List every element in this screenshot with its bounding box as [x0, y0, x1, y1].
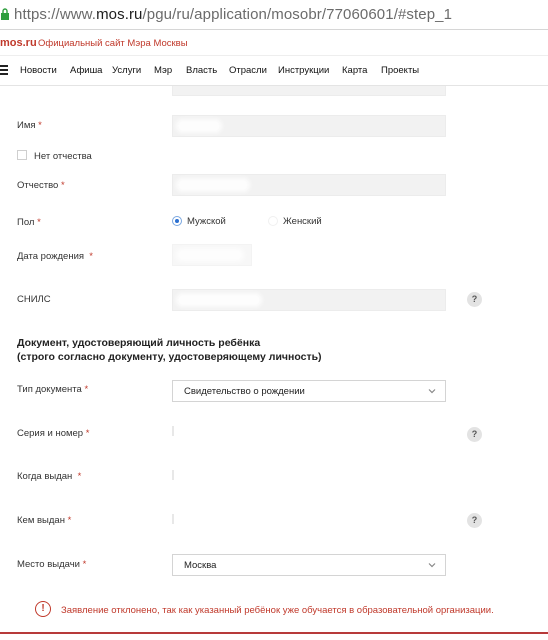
url-text[interactable]: https://www.mos.ru/pgu/ru/application/mo… [14, 6, 452, 23]
gender-female-label: Женский [283, 216, 322, 227]
nav-item-afisha[interactable]: Афиша [70, 65, 102, 76]
birthdate-input[interactable] [172, 244, 252, 266]
nav-item-government[interactable]: Власть [186, 65, 217, 76]
nav-item-projects[interactable]: Проекты [381, 65, 419, 76]
nav-item-news[interactable]: Новости [20, 65, 57, 76]
required-mark: * [89, 251, 93, 262]
url-domain: mos.ru [96, 6, 143, 23]
menu-icon[interactable] [0, 65, 8, 75]
gender-label: Пол * [17, 217, 41, 228]
nav-item-map[interactable]: Карта [342, 65, 367, 76]
main-navigation: Новости Афиша Услуги Мэр Власть Отрасли … [0, 56, 548, 86]
issue-place-select[interactable]: Москва [172, 554, 446, 576]
required-mark: * [85, 428, 90, 439]
nav-item-services[interactable]: Услуги [112, 65, 141, 76]
nav-item-mayor[interactable]: Мэр [154, 65, 172, 76]
browser-address-bar[interactable]: https://www.mos.ru/pgu/ru/application/mo… [0, 0, 548, 30]
doc-type-label: Тип документа * [17, 384, 89, 395]
doc-section-title: Документ, удостоверяющий личность ребёнк… [17, 337, 322, 363]
birthdate-label: Дата рождения * [17, 251, 93, 262]
url-prefix: https://www. [14, 6, 97, 23]
help-icon-series[interactable]: ? [467, 427, 482, 442]
site-logo[interactable]: mos.ru [0, 37, 37, 49]
redacted-value [179, 122, 219, 130]
patronymic-input[interactable] [172, 174, 446, 196]
surname-field-partial[interactable] [172, 86, 446, 96]
doc-type-select[interactable]: Свидетельство о рождении [172, 380, 446, 402]
issued-when-label: Когда выдан * [17, 471, 82, 482]
redacted-value [179, 296, 259, 304]
alert-icon: ! [35, 601, 51, 617]
issue-place-label: Место выдачи * [17, 559, 87, 570]
alert-divider [0, 632, 548, 634]
gender-female-radio[interactable] [268, 216, 278, 226]
redacted-value [179, 181, 247, 189]
patronymic-label: Отчество * [17, 180, 65, 191]
snils-label: СНИЛС [17, 294, 51, 305]
url-path: /pgu/ru/application/mosobr/77060601/#ste… [142, 6, 453, 23]
redacted-value [179, 251, 241, 259]
required-mark: * [67, 515, 72, 526]
no-patronymic-label: Нет отчества [34, 151, 92, 162]
help-icon-snils[interactable]: ? [467, 292, 482, 307]
required-mark: * [77, 471, 82, 482]
issued-when-input[interactable] [172, 470, 174, 480]
site-tagline[interactable]: Официальный сайт Мэра Москвы [38, 38, 188, 49]
issue-place-value: Москва [184, 560, 217, 571]
name-input[interactable] [172, 115, 446, 137]
nav-item-instructions[interactable]: Инструкции [278, 65, 329, 76]
required-mark: * [84, 384, 89, 395]
required-mark: * [37, 217, 41, 228]
snils-input[interactable] [172, 289, 446, 311]
required-mark: * [38, 120, 42, 131]
required-mark: * [82, 559, 87, 570]
issued-by-input[interactable] [172, 514, 174, 524]
required-mark: * [60, 180, 65, 191]
series-number-label: Серия и номер * [17, 428, 90, 439]
help-icon-issued-by[interactable]: ? [467, 513, 482, 528]
chevron-down-icon [428, 563, 436, 568]
name-label: Имя * [17, 120, 42, 131]
doc-type-value: Свидетельство о рождении [184, 386, 305, 397]
no-patronymic-checkbox[interactable] [17, 150, 27, 160]
site-header: mos.ru Официальный сайт Мэра Москвы [0, 30, 548, 56]
gender-male-label: Мужской [187, 216, 226, 227]
gender-male-radio[interactable] [172, 216, 182, 226]
issued-by-label: Кем выдан * [17, 515, 72, 526]
chevron-down-icon [428, 389, 436, 394]
nav-item-industries[interactable]: Отрасли [229, 65, 267, 76]
alert-message: Заявление отклонено, так как указанный р… [61, 605, 494, 616]
lock-icon [1, 8, 9, 20]
series-number-input[interactable] [172, 426, 174, 436]
